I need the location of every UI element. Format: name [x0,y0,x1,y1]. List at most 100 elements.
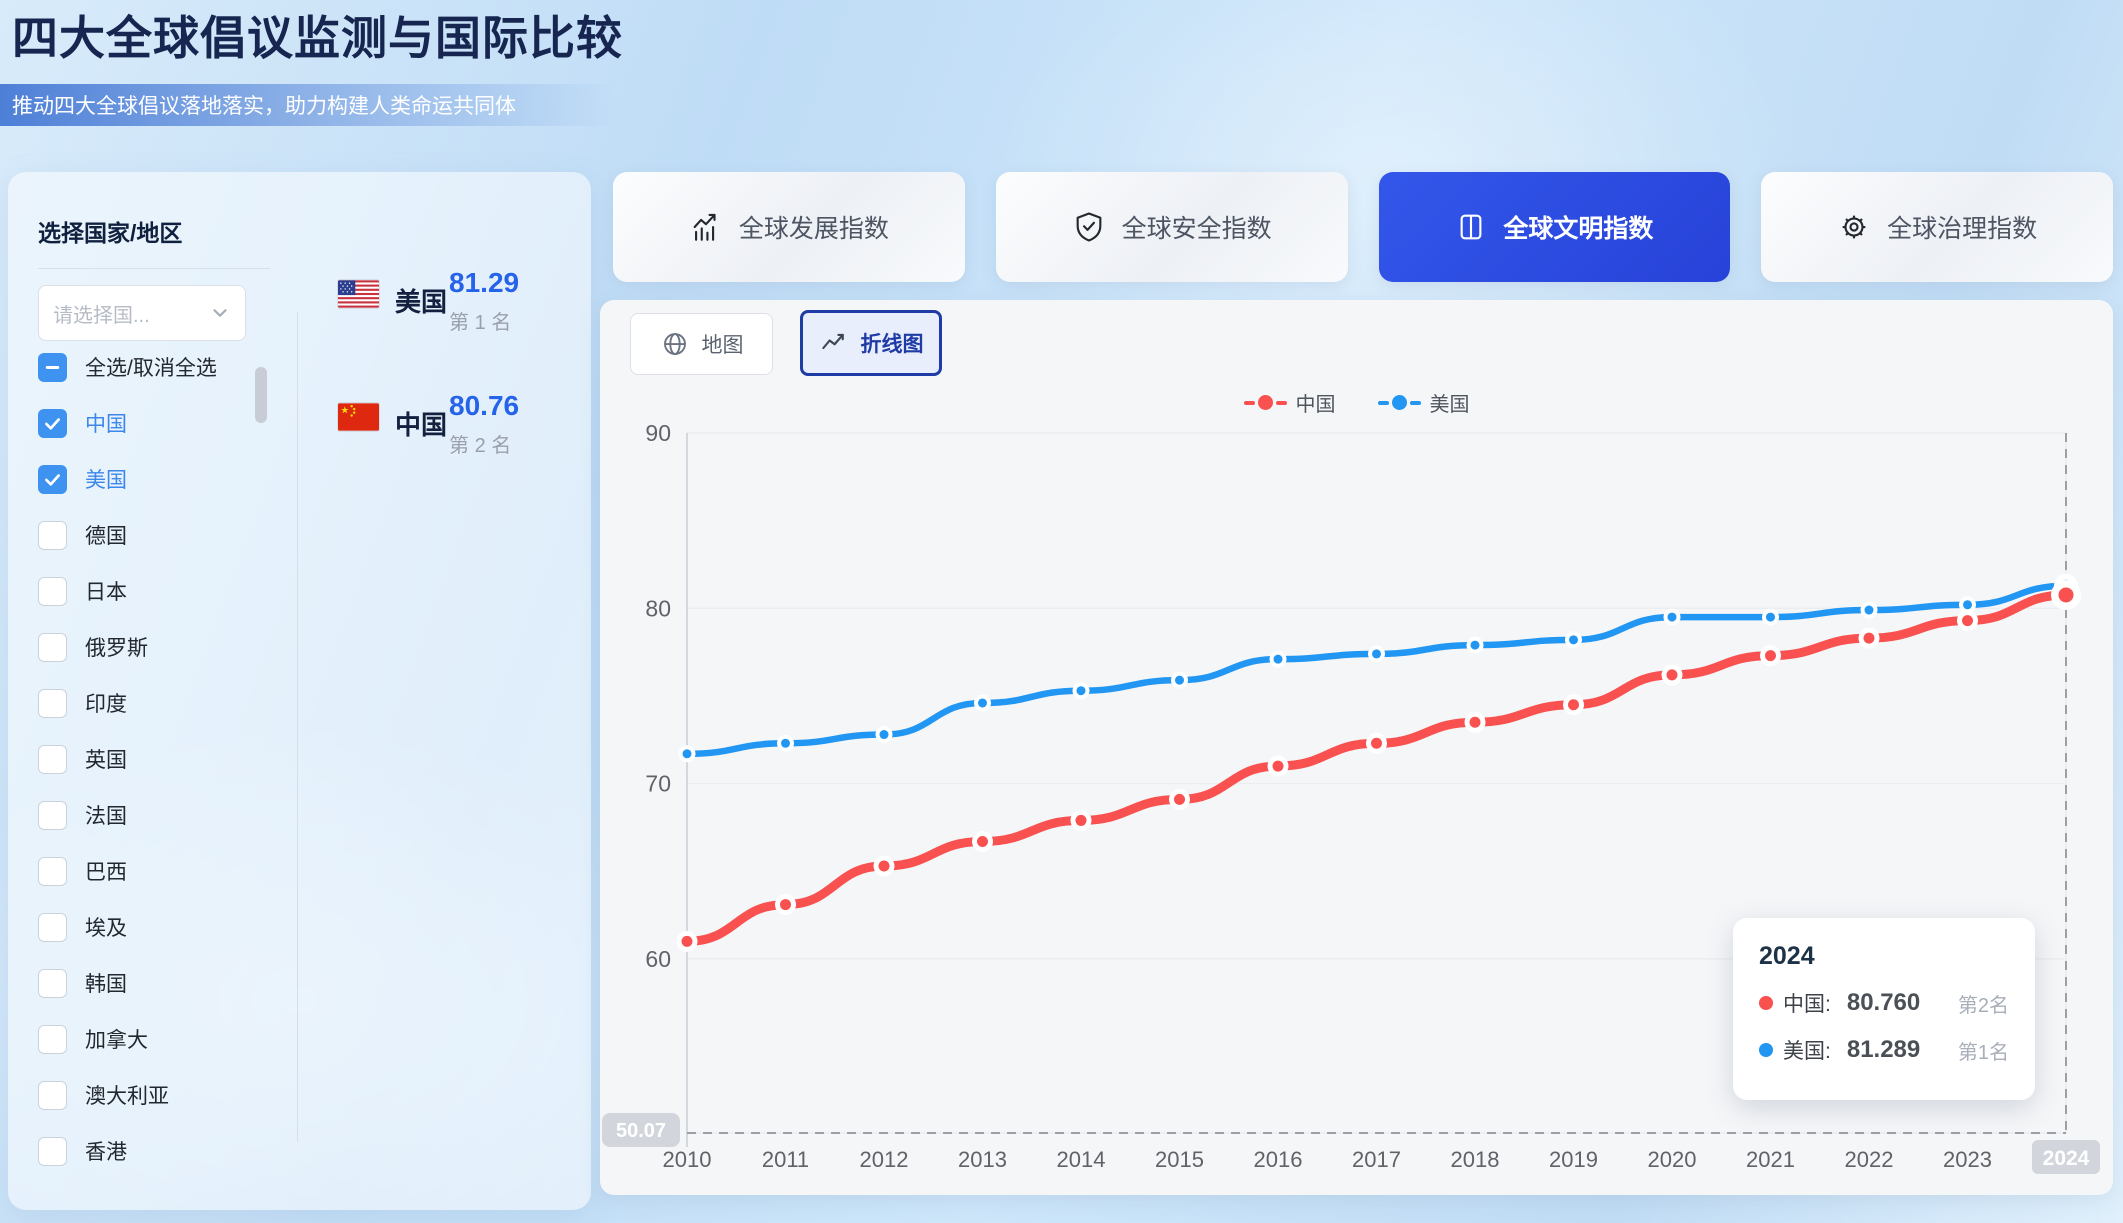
tooltip-series-rank: 第2名 [1958,989,2009,1018]
y-axis-pointer-label: 50.07 [616,1120,666,1142]
country-row-2[interactable]: 德国 [38,520,268,550]
country-row-7[interactable]: 法国 [38,800,268,830]
country-row-8[interactable]: 巴西 [38,856,268,886]
checkbox[interactable] [38,745,67,774]
tooltip-row: 美国:81.289第1名 [1759,1035,2009,1065]
tab-gear[interactable]: 全球治理指数 [1761,172,2113,282]
tooltip-series-value: 81.289 [1847,1036,1920,1064]
chart-card: 地图 折线图 中国美国 9080706020102011201220132014… [600,300,2113,1195]
country-label: 俄罗斯 [85,632,148,662]
x-axis-label: 2021 [1746,1147,1795,1172]
country-row-10[interactable]: 韩国 [38,968,268,998]
x-axis-label-highlight: 2024 [2043,1147,2090,1170]
data-point [1273,761,1284,772]
data-point [1667,669,1678,680]
country-label: 日本 [85,576,127,606]
country-label: 全选/取消全选 [85,352,217,382]
checkbox[interactable] [38,521,67,550]
tooltip-series-value: 80.760 [1847,989,1920,1017]
ranking-country-name: 美国 [395,282,447,319]
checkbox[interactable] [38,577,67,606]
indeterminate-checkbox[interactable] [38,353,67,382]
ranking-values: 80.76 第 2 名 [449,391,519,458]
checkbox[interactable] [38,1025,67,1054]
checkbox[interactable] [38,1137,67,1166]
data-point [780,899,791,910]
series-dot-icon [1759,996,1773,1010]
page-title: 四大全球倡议监测与国际比较 [12,2,623,68]
page-subtitle: 推动四大全球倡议落地落实，助力构建人类命运共同体 [12,90,516,120]
country-select[interactable]: 请选择国... [38,285,246,341]
country-row-0[interactable]: 中国 [38,408,268,438]
book-icon [1455,211,1487,243]
tab-label: 全球治理指数 [1887,209,2037,245]
data-point [1962,615,1973,626]
checkbox[interactable] [38,801,67,830]
data-point [1274,655,1283,664]
country-label: 法国 [85,800,127,830]
data-point [879,861,890,872]
country-label: 巴西 [85,856,127,886]
data-point [1175,676,1184,685]
ranking-panel: 美国81.29第 1 名中国80.76第 2 名 [338,254,519,458]
country-row-13[interactable]: 香港 [38,1136,268,1166]
x-axis-label: 2012 [860,1147,909,1172]
cn-flag-icon [338,403,379,431]
ranking-score: 80.76 [449,391,519,421]
ranking-item: 美国81.29第 1 名 [338,268,519,335]
country-label: 埃及 [85,912,127,942]
x-axis-label: 2016 [1254,1147,1303,1172]
y-axis-label: 80 [645,595,671,621]
checkbox[interactable] [38,913,67,942]
x-axis-label: 2019 [1549,1147,1598,1172]
checkbox[interactable] [38,633,67,662]
country-row-1[interactable]: 美国 [38,464,268,494]
country-label: 韩国 [85,968,127,998]
country-label: 中国 [85,408,127,438]
tab-book[interactable]: 全球文明指数 [1379,172,1731,282]
data-point [1765,650,1776,661]
tab-trend-chart[interactable]: 全球发展指数 [613,172,965,282]
country-label: 澳大利亚 [85,1080,169,1110]
data-point [1174,794,1185,805]
country-row-3[interactable]: 日本 [38,576,268,606]
country-row-11[interactable]: 加拿大 [38,1024,268,1054]
country-row-12[interactable]: 澳大利亚 [38,1080,268,1110]
tab-shield-check[interactable]: 全球安全指数 [996,172,1348,282]
data-point [682,936,693,947]
country-row-select-all[interactable]: 全选/取消全选 [38,352,268,382]
data-point [1077,686,1086,695]
data-point [1372,649,1381,658]
country-label: 香港 [85,1136,127,1166]
scrollbar-thumb[interactable] [255,367,267,423]
gear-icon [1837,210,1871,244]
country-row-5[interactable]: 印度 [38,688,268,718]
country-row-4[interactable]: 俄罗斯 [38,632,268,662]
checkbox[interactable] [38,857,67,886]
country-panel: 选择国家/地区 请选择国... 全选/取消全选中国美国德国日本俄罗斯印度英国法国… [8,172,591,1210]
data-point [978,698,987,707]
checkbox[interactable] [38,409,67,438]
tooltip-year: 2024 [1759,942,2009,971]
country-row-9[interactable]: 埃及 [38,912,268,942]
dashboard-page: 四大全球倡议监测与国际比较 推动四大全球倡议落地落实，助力构建人类命运共同体 选… [0,0,2123,1223]
checkbox[interactable] [38,969,67,998]
ranking-rank: 第 2 名 [449,429,519,458]
tooltip-series-name: 中国: [1783,988,1831,1018]
data-point [1865,606,1874,615]
country-list: 全选/取消全选中国美国德国日本俄罗斯印度英国法国巴西埃及韩国加拿大澳大利亚香港 [38,352,268,1192]
country-row-6[interactable]: 英国 [38,744,268,774]
data-point [1471,641,1480,650]
checkbox[interactable] [38,465,67,494]
data-point [1569,635,1578,644]
y-axis-label: 60 [645,946,671,972]
data-point [880,730,889,739]
checkbox[interactable] [38,689,67,718]
tooltip-row: 中国: 80.760 第2名 [1759,988,2009,1018]
ranking-rank: 第 1 名 [449,306,519,335]
checkbox[interactable] [38,1081,67,1110]
x-axis-label: 2014 [1057,1147,1106,1172]
data-point [1470,717,1481,728]
subtitle-bar: 推动四大全球倡议落地落实，助力构建人类命运共同体 [0,84,616,126]
data-point [977,836,988,847]
